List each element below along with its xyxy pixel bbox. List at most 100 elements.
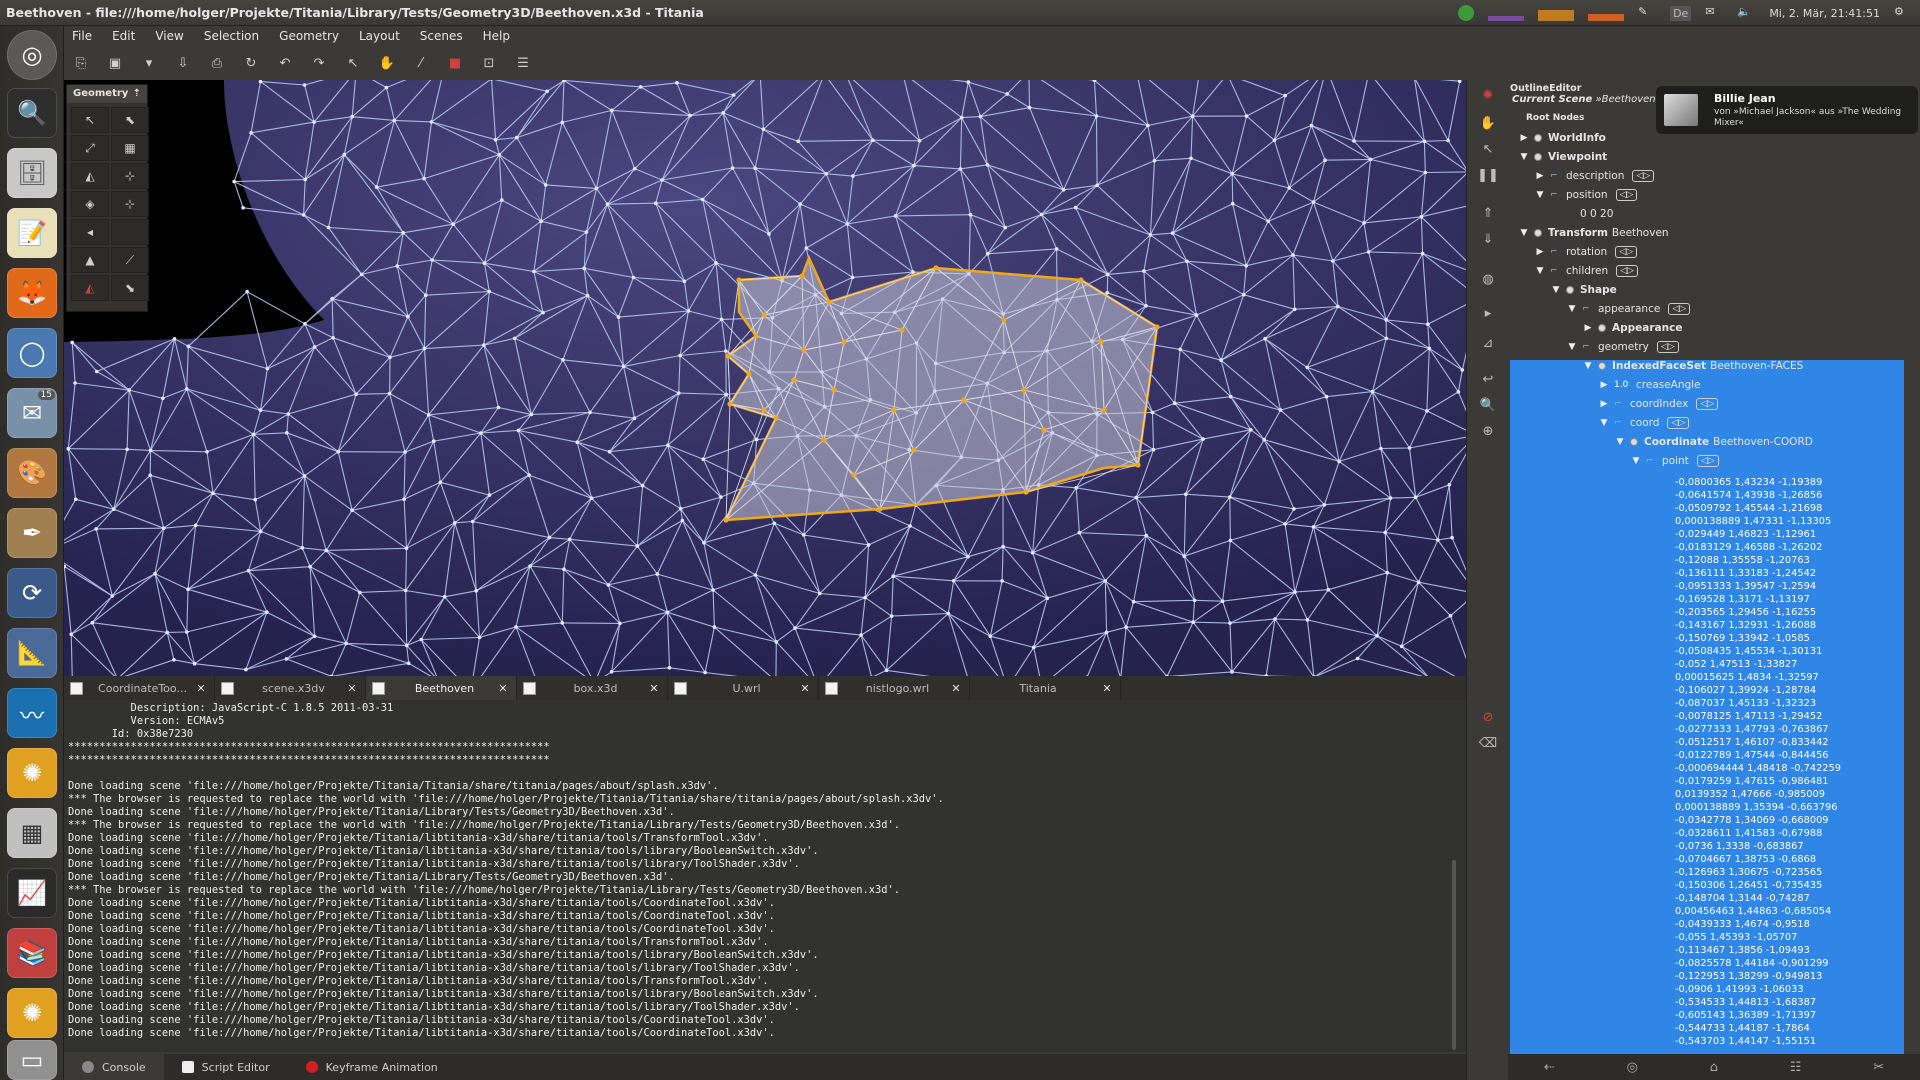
point-value[interactable]: -0,150769 1,33942 -1,0585 [1675,632,1905,645]
play-icon[interactable]: ▸ [1478,304,1498,322]
memory-graph-icon[interactable] [1538,5,1575,21]
zoom-fit-icon[interactable]: ⊕ [1478,422,1498,440]
return-icon[interactable]: ↩ [1478,370,1498,388]
point-value[interactable]: -0,0122789 1,47544 -0,844456 [1675,749,1905,762]
select-edge-icon[interactable]: ⬉ [111,107,149,133]
point-value[interactable]: -0,543703 1,44147 -1,55151 [1675,1035,1905,1048]
text-editor-icon[interactable]: 📝 [7,208,57,258]
hand-icon[interactable]: ✋ [1478,114,1498,132]
tab-scene[interactable]: scene.x3dv ✕ [215,676,366,700]
close-icon[interactable]: ✕ [496,682,510,695]
titania-logo-icon[interactable]: ✺ [1478,86,1498,104]
collapsed-arrow-icon[interactable]: ▶ [1518,133,1530,143]
select-vertex-icon[interactable]: ↖ [71,107,109,133]
expanded-arrow-icon[interactable]: ▼ [1614,437,1626,447]
route-connector-icon[interactable]: ◁▷ [1616,265,1638,277]
point-value[interactable]: 0,0139352 1,47666 -0,985009 [1675,788,1905,801]
tool-icon[interactable]: ✂ [1873,1060,1884,1075]
expanded-arrow-icon[interactable]: ▼ [1598,418,1610,428]
point-value[interactable]: -0,0509792 1,45544 -1,21698 [1675,502,1905,515]
tab-box[interactable]: box.x3d ✕ [517,676,668,700]
point-value[interactable]: -0,0342778 1,34069 -0,668009 [1675,814,1905,827]
menu-view[interactable]: View [145,29,193,43]
tab-beethoven[interactable]: Beethoven ✕ [366,676,517,700]
3d-viewport[interactable] [64,80,1466,676]
point-value[interactable]: -0,126963 1,30675 -0,723565 [1675,866,1905,879]
new-file-icon[interactable]: ⎘ [68,51,94,75]
session-gear-icon[interactable]: ⚙ [1894,5,1912,21]
point-value[interactable]: -0,0641574 1,43938 -1,26856 [1675,489,1905,502]
keyboard-layout[interactable]: De [1670,5,1692,21]
point-value[interactable]: -0,0951333 1,39547 -1,2594 [1675,580,1905,593]
point-value[interactable]: -0,0508435 1,45534 -1,30131 [1675,645,1905,658]
outline-row[interactable]: ▼ ⌐ children ◁▷ [1534,262,1638,280]
menu-selection[interactable]: Selection [194,29,269,43]
point-value[interactable]: -0,052 1,47513 -1,33827 [1675,658,1905,671]
point-value[interactable]: -0,203565 1,29456 -1,16255 [1675,606,1905,619]
cpu-graph-icon[interactable] [1488,5,1525,21]
collapsed-arrow-icon[interactable]: ▶ [1534,171,1546,181]
route-connector-icon[interactable]: ◁▷ [1667,417,1690,429]
tab-keyframe-animation[interactable]: Keyframe Animation [288,1054,456,1080]
measure-icon[interactable]: ⊿ [1478,334,1498,352]
route-connector-icon[interactable]: ◁▷ [1615,189,1638,201]
undo-icon[interactable]: ↶ [272,51,298,75]
geometry-app-icon[interactable]: 📐 [7,628,57,678]
titania-icon[interactable]: ✺ [7,748,57,798]
point-value[interactable]: 0,00456463 1,44863 -0,685054 [1675,905,1905,918]
point-value[interactable]: -0,0704667 1,38753 -0,6868 [1675,853,1905,866]
outline-row[interactable]: ▶ ⌐ description ◁▷ [1534,167,1655,185]
paint-select-icon[interactable]: ◭ [71,163,109,189]
outline-row[interactable]: ▼ ⌐ point ◁▷ [1630,452,1719,470]
open-file-icon[interactable]: ▣ [102,51,128,75]
point-value[interactable]: -0,169528 1,3171 -1,13197 [1675,593,1905,606]
globe-icon[interactable]: ◍ [1478,270,1498,288]
tab-u[interactable]: U.wrl ✕ [668,676,819,700]
redo-icon[interactable]: ↷ [306,51,332,75]
system-monitor-icon[interactable]: 📈 [7,868,57,918]
route-connector-icon[interactable]: ◁▷ [1696,455,1719,467]
outline-row[interactable]: ▼ Coordinate Beethoven-COORD [1614,433,1813,451]
menu-layout[interactable]: Layout [349,29,410,43]
outline-row[interactable]: ▶ ⌐ rotation ◁▷ [1534,243,1638,261]
point-value[interactable]: 0,000138889 1,35394 -0,663796 [1675,801,1905,814]
firefox-icon[interactable]: 🦊 [7,268,57,318]
expanded-arrow-icon[interactable]: ▼ [1566,304,1578,314]
straighten-icon[interactable]: ⊡ [476,51,502,75]
outline-row[interactable]: ▼ Transform Beethoven [1518,224,1669,242]
close-icon[interactable]: ✕ [647,682,661,695]
point-value[interactable]: -0,143167 1,32931 -1,26088 [1675,619,1905,632]
outline-row[interactable]: ▼ ⌐ position ◁▷ [1534,186,1638,204]
clear-console-icon[interactable]: ⊘ [1478,708,1498,726]
extrude-icon[interactable]: ▲ [71,247,109,273]
route-connector-icon[interactable]: ◁▷ [1632,170,1655,182]
point-value[interactable]: 0,000138889 1,47331 -1,13305 [1675,515,1905,528]
point-value[interactable]: -0,106027 1,39924 -1,28784 [1675,684,1905,697]
outline-row[interactable]: ▼ ⌐ appearance ◁▷ [1566,300,1691,318]
settings-icon[interactable]: ⟳ [7,568,57,618]
point-value[interactable]: -0,0825578 1,44184 -0,901299 [1675,957,1905,970]
chromium-icon[interactable]: ◯ [7,328,57,378]
arrow-icon[interactable]: ↖ [1478,140,1498,158]
route-connector-icon[interactable]: ◁▷ [1668,303,1691,315]
geometry-palette-title[interactable]: Geometry ⇡ [67,85,147,103]
collapsed-arrow-icon[interactable]: ▶ [1598,380,1610,390]
point-value[interactable]: -0,0439333 1,4674 -0,9518 [1675,918,1905,931]
mail-icon[interactable]: ✉ [1705,5,1723,21]
walk-icon[interactable]: ⇑ [1478,204,1498,222]
reload-icon[interactable]: ↻ [238,51,264,75]
erase-icon[interactable]: ◂ [71,219,109,245]
network-graph-icon[interactable] [1588,5,1625,21]
books-icon[interactable]: 📚 [7,928,57,978]
drive-icon[interactable]: ▭ [7,1040,57,1080]
point-value[interactable]: -0,0512517 1,46107 -0,833442 [1675,736,1905,749]
point-value[interactable]: -0,0800365 1,43234 -1,19389 [1675,476,1905,489]
menu-file[interactable]: File [62,29,102,43]
point-value[interactable]: -0,0277333 1,47793 -0,763867 [1675,723,1905,736]
point-value[interactable]: -0,150306 1,26451 -0,735435 [1675,879,1905,892]
expanded-arrow-icon[interactable]: ▼ [1518,228,1530,238]
point-value[interactable]: -0,000694444 1,48418 -0,742259 [1675,762,1905,775]
outline-row[interactable]: ▼ Shape [1550,281,1617,299]
select-tool-icon[interactable]: ↖ [340,51,366,75]
expanded-arrow-icon[interactable]: ▼ [1534,190,1546,200]
